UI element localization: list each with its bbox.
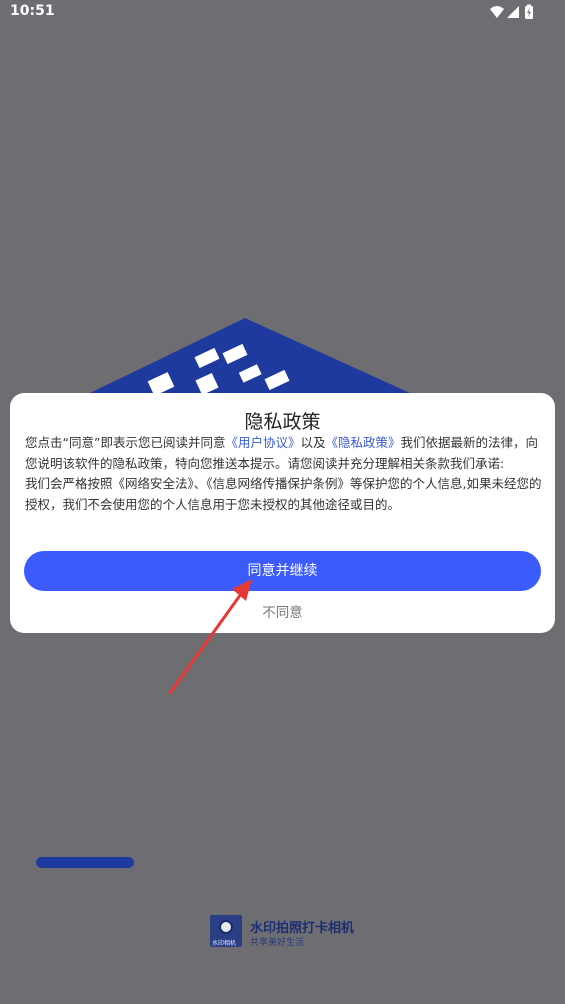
- wifi-icon: [490, 6, 504, 18]
- disagree-button[interactable]: 不同意: [10, 601, 555, 621]
- pointer-arrow-icon: [168, 579, 252, 695]
- body-text: 以及: [300, 435, 326, 450]
- battery-charging-icon: [525, 4, 533, 19]
- logo-caption: 水印相机: [212, 940, 237, 947]
- status-bar: 10:51: [0, 0, 565, 24]
- signal-icon: [507, 6, 519, 18]
- dialog-body: 您点击“同意”即表示您已阅读并同意《用户协议》以及《隐私政策》我们依据最新的法律…: [25, 433, 543, 515]
- agree-continue-button[interactable]: 同意并继续: [24, 551, 541, 591]
- camera-logo-icon: 水印相机: [210, 915, 242, 947]
- privacy-policy-link[interactable]: 《隐私政策》: [325, 435, 400, 450]
- user-agreement-link[interactable]: 《用户协议》: [225, 435, 300, 450]
- app-name: 水印拍照打卡相机: [250, 921, 355, 936]
- dialog-title: 隐私政策: [244, 411, 321, 433]
- status-time: 10:51: [10, 3, 55, 19]
- privacy-dialog: 隐私政策 您点击“同意”即表示您已阅读并同意《用户协议》以及《隐私政策》我们依据…: [10, 393, 555, 633]
- progress-bar: [36, 857, 134, 868]
- body-text: 我们会严格按照《网络安全法》、《信息网络传播保护条例》等保护您的个人信息,如果未…: [25, 476, 542, 512]
- body-text: 您点击“同意”即表示您已阅读并同意: [25, 435, 226, 450]
- status-icons: [490, 4, 533, 19]
- app-brand: 水印相机 水印拍照打卡相机 共享美好生活: [210, 915, 370, 951]
- app-slogan: 共享美好生活: [250, 938, 305, 948]
